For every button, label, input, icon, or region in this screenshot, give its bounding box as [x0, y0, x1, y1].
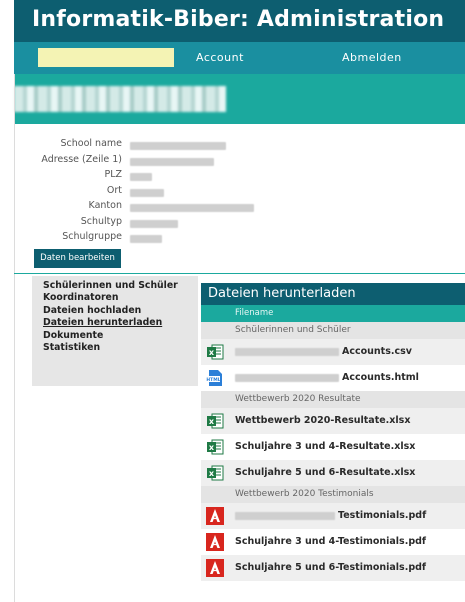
top-nav: Account Abmelden: [14, 42, 465, 74]
file-row[interactable]: HTML Accounts.html: [201, 365, 465, 391]
page-title: Informatik-Biber: Administration: [32, 7, 445, 32]
svg-text:x: x: [209, 417, 215, 426]
group-header: Wettbewerb 2020 Testimonials: [201, 486, 465, 503]
redacted-value: [130, 204, 254, 212]
file-row[interactable]: x Schuljahre 3 und 4-Resultate.xlsx: [201, 434, 465, 460]
app-header: Informatik-Biber: Administration: [14, 0, 465, 42]
redacted-school-name: [235, 373, 339, 382]
nav-logout-link[interactable]: Abmelden: [342, 42, 402, 74]
sidebar: Schülerinnen und Schüler Koordinatoren D…: [32, 276, 198, 386]
redacted-value: [130, 173, 152, 181]
excel-icon: x: [206, 412, 224, 430]
svg-text:x: x: [209, 443, 215, 452]
sidebar-item-coordinators[interactable]: Koordinatoren: [32, 292, 198, 304]
excel-icon: x: [206, 343, 224, 361]
detail-label: Adresse (Zeile 1): [41, 153, 122, 165]
file-link[interactable]: Accounts.html: [235, 365, 419, 391]
detail-label: School name: [60, 138, 123, 149]
sidebar-item-statistics[interactable]: Statistiken: [32, 342, 198, 354]
detail-label: Schulgruppe: [62, 231, 122, 242]
file-row[interactable]: Testimonials.pdf: [201, 503, 465, 529]
html-file-icon: HTML: [206, 369, 224, 387]
detail-label: PLZ: [104, 169, 122, 180]
file-link[interactable]: Schuljahre 3 und 4-Resultate.xlsx: [235, 434, 415, 460]
sidebar-item-upload-files[interactable]: Dateien hochladen: [32, 305, 198, 317]
redacted-value: [130, 188, 164, 197]
school-name-redacted: [14, 86, 226, 112]
excel-icon: x: [206, 438, 224, 456]
redacted-value: [130, 142, 226, 150]
detail-label: Schultyp: [80, 215, 122, 227]
file-row[interactable]: x Accounts.csv: [201, 339, 465, 365]
nav-account-link[interactable]: Account: [196, 42, 244, 74]
file-name-text: Accounts.csv: [342, 346, 412, 357]
file-link[interactable]: Accounts.csv: [235, 339, 412, 365]
section-divider: [14, 273, 465, 274]
detail-label: Kanton: [88, 200, 122, 211]
column-header-filename: Filename: [201, 305, 465, 322]
redacted-value: [130, 219, 178, 228]
file-link[interactable]: Schuljahre 5 und 6-Resultate.xlsx: [235, 460, 415, 486]
detail-label: Ort: [106, 184, 122, 196]
group-header: Schülerinnen und Schüler: [201, 322, 465, 339]
user-name-redacted: [38, 48, 174, 67]
downloads-panel: Dateien herunterladen Filename Schülerin…: [201, 283, 465, 581]
redacted-school-name: [235, 511, 335, 520]
file-row[interactable]: Schuljahre 5 und 6-Testimonials.pdf: [201, 555, 465, 581]
file-row[interactable]: Schuljahre 3 und 4-Testimonials.pdf: [201, 529, 465, 555]
redacted-value: [130, 235, 162, 243]
downloads-title: Dateien herunterladen: [201, 283, 465, 305]
edit-data-button[interactable]: Daten bearbeiten: [34, 249, 121, 268]
sidebar-item-students[interactable]: Schülerinnen und Schüler: [32, 280, 198, 292]
redacted-school-name: [235, 347, 339, 356]
pdf-icon: [206, 533, 224, 551]
svg-text:x: x: [209, 348, 215, 357]
file-row[interactable]: x Wettbewerb 2020-Resultate.xlsx: [201, 408, 465, 434]
pdf-icon: [206, 559, 224, 577]
svg-text:HTML: HTML: [206, 377, 220, 383]
svg-text:x: x: [209, 469, 215, 478]
group-header: Wettbewerb 2020 Resultate: [201, 391, 465, 408]
file-link[interactable]: Schuljahre 3 und 4-Testimonials.pdf: [235, 529, 426, 555]
file-name-text: Accounts.html: [342, 372, 419, 383]
file-link[interactable]: Schuljahre 5 und 6-Testimonials.pdf: [235, 555, 426, 581]
file-name-text: Testimonials.pdf: [338, 510, 427, 521]
school-banner: [14, 74, 465, 124]
excel-icon: x: [206, 464, 224, 482]
file-link[interactable]: Wettbewerb 2020-Resultate.xlsx: [235, 408, 410, 434]
redacted-value: [130, 157, 214, 166]
file-row[interactable]: x Schuljahre 5 und 6-Resultate.xlsx: [201, 460, 465, 486]
pdf-icon: [206, 507, 224, 525]
sidebar-item-documents[interactable]: Dokumente: [32, 330, 198, 342]
sidebar-item-download-files[interactable]: Dateien herunterladen: [32, 317, 198, 329]
file-link[interactable]: Testimonials.pdf: [235, 503, 426, 529]
